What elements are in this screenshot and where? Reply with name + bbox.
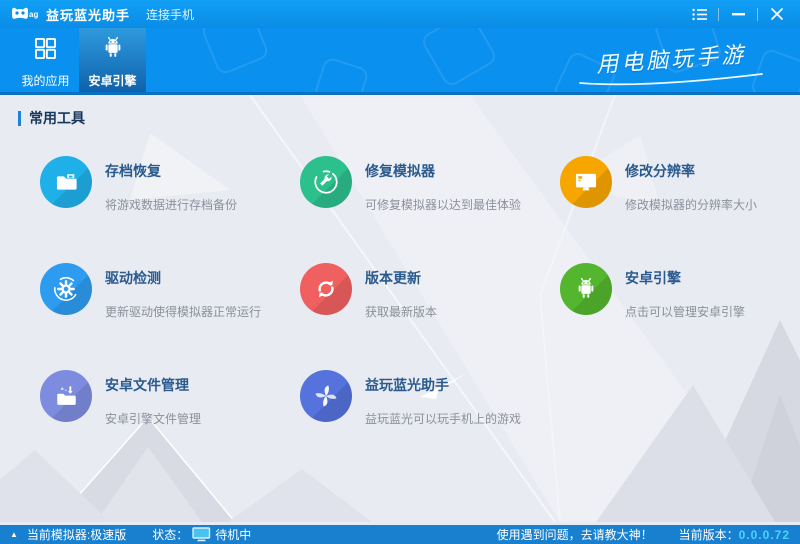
tool-archive-restore[interactable]: 存档恢复 将游戏数据进行存档备份 [40, 156, 288, 213]
tool-title: 益玩蓝光助手 [365, 377, 449, 393]
header-bar: 我的应用 安卓引擎 用电脑玩手游 [0, 28, 800, 95]
deco-shape [312, 56, 370, 92]
tool-text: 安卓引擎 点击可以管理安卓引擎 [625, 263, 745, 320]
app-title: 益玩蓝光助手 [46, 7, 131, 23]
close-icon[interactable] [758, 0, 796, 28]
pinwheel-icon [300, 370, 352, 422]
window-controls [680, 0, 796, 28]
gear-icon [40, 263, 92, 315]
tool-text: 版本更新 获取最新版本 [365, 263, 437, 320]
slogan: 用电脑玩手游 [576, 42, 766, 86]
folder-icon [40, 156, 92, 208]
tool-desc: 益玩蓝光可以玩手机上的游戏 [365, 412, 522, 426]
tool-title: 版本更新 [365, 270, 421, 286]
tool-title: 安卓文件管理 [105, 377, 189, 393]
version-value: 0.0.0.72 [738, 527, 790, 542]
tool-desc: 点击可以管理安卓引擎 [625, 305, 746, 319]
tab-bar: 我的应用 安卓引擎 [12, 28, 146, 92]
tool-title: 修复模拟器 [365, 163, 435, 179]
tool-desc: 更新驱动使得模拟器正常运行 [105, 305, 262, 319]
tool-text: 修改分辨率 修改模拟器的分辨率大小 [625, 156, 757, 213]
tool-desc: 安卓引擎文件管理 [105, 412, 202, 426]
tools-grid: 存档恢复 将游戏数据进行存档备份 修复模拟器 可修复模拟器以达到最佳体验 修改分… [0, 156, 800, 427]
tool-change-resolution[interactable]: 修改分辨率 修改模拟器的分辨率大小 [560, 156, 800, 213]
minimize-icon[interactable] [719, 0, 757, 28]
android-icon [99, 34, 127, 67]
status-value: 待机中 [215, 528, 252, 542]
tab-label: 我的应用 [21, 73, 70, 88]
tab-label: 安卓引擎 [88, 74, 137, 88]
monitor-status-icon [192, 527, 211, 542]
tool-yiwan-assistant[interactable]: 益玩蓝光助手 益玩蓝光可以玩手机上的游戏 [300, 370, 548, 427]
refresh-icon [300, 263, 352, 315]
wrench-icon [300, 156, 352, 208]
grid-icon [32, 35, 59, 67]
tool-text: 存档恢复 将游戏数据进行存档备份 [105, 156, 237, 213]
tool-title: 安卓引擎 [625, 270, 681, 286]
section-title: 常用工具 [18, 111, 800, 126]
tool-version-update[interactable]: 版本更新 获取最新版本 [300, 263, 548, 320]
help-link[interactable]: 使用遇到问题，去请教大神！ [497, 526, 653, 543]
tool-desc: 可修复模拟器以达到最佳体验 [365, 198, 522, 212]
menu-icon[interactable] [680, 0, 718, 28]
title-bar: ag 益玩蓝光助手 连接手机 [0, 0, 800, 28]
android-icon [560, 263, 612, 315]
folder-download-icon [40, 370, 92, 422]
status-bar: ▲ 当前模拟器:极速版 状态： 待机中 使用遇到问题，去请教大神！ 当前版本： … [0, 525, 800, 544]
deco-shape [199, 28, 271, 77]
tab-android-engine[interactable]: 安卓引擎 [79, 28, 146, 92]
monitor-icon [560, 156, 612, 208]
current-emulator-label: 当前模拟器:极速版 [26, 528, 127, 542]
tool-desc: 修改模拟器的分辨率大小 [625, 198, 758, 212]
statusbar-right: 使用遇到问题，去请教大神！ 当前版本： 0.0.0.72 [497, 526, 790, 543]
tool-text: 安卓文件管理 安卓引擎文件管理 [105, 370, 201, 427]
connect-phone-button[interactable]: 连接手机 [146, 6, 194, 23]
tool-repair-emulator[interactable]: 修复模拟器 可修复模拟器以达到最佳体验 [300, 156, 548, 213]
tool-android-engine[interactable]: 安卓引擎 点击可以管理安卓引擎 [560, 263, 800, 320]
tool-driver-check[interactable]: 驱动检测 更新驱动使得模拟器正常运行 [40, 263, 288, 320]
deco-shape [419, 28, 499, 89]
tool-title: 存档恢复 [105, 163, 161, 179]
tool-desc: 获取最新版本 [365, 305, 438, 319]
tool-android-file-manager[interactable]: 安卓文件管理 安卓引擎文件管理 [40, 370, 288, 427]
app-window: ag 益玩蓝光助手 连接手机 我的应用 安卓引擎 用电脑玩手游 常用工具 存档恢… [0, 0, 800, 544]
tool-desc: 将游戏数据进行存档备份 [105, 198, 238, 212]
tool-text: 益玩蓝光助手 益玩蓝光可以玩手机上的游戏 [365, 370, 521, 427]
main-content: 常用工具 存档恢复 将游戏数据进行存档备份 修复模拟器 可修复模拟器以达到最佳体… [0, 95, 800, 522]
tool-text: 驱动检测 更新驱动使得模拟器正常运行 [105, 263, 261, 320]
svg-text:ag: ag [29, 10, 38, 19]
tool-title: 驱动检测 [105, 270, 161, 286]
tool-text: 修复模拟器 可修复模拟器以达到最佳体验 [365, 156, 521, 213]
tool-title: 修改分辨率 [625, 163, 695, 179]
status-label: 状态： [152, 528, 189, 542]
tab-my-apps[interactable]: 我的应用 [12, 28, 79, 92]
version-label: 当前版本： [678, 528, 739, 542]
app-logo-icon: ag [10, 4, 40, 24]
collapse-triangle-icon[interactable]: ▲ [10, 525, 18, 544]
